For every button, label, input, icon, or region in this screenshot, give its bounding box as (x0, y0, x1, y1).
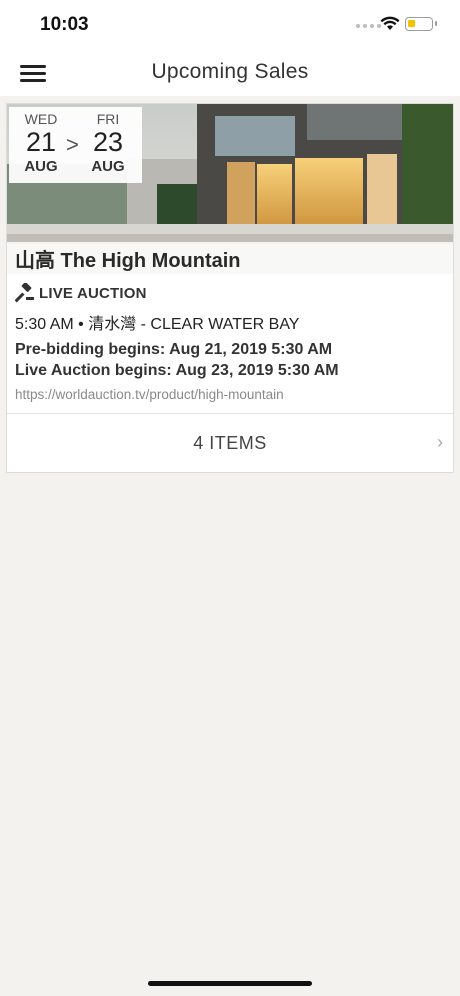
prebidding-begins: Pre-bidding begins: Aug 21, 2019 5:30 AM (15, 341, 333, 358)
sale-title-strip: 山高 The High Mountain (7, 242, 453, 274)
start-date: WED 21 AUG (12, 111, 70, 175)
sale-url-link[interactable]: https://worldauction.tv/product/high-mou… (15, 387, 445, 402)
start-weekday: WED (24, 111, 58, 127)
cellular-signal-icon (356, 24, 381, 28)
sale-details: LIVE AUCTION 5:30 AM • 清水灣 - CLEAR WATER… (15, 282, 445, 402)
sale-hero-image[interactable]: WED 21 AUG > FRI 23 AUG 山高 The High Moun… (7, 104, 453, 274)
end-date: FRI 23 AUG (79, 111, 137, 175)
items-button[interactable]: 4 ITEMS › (7, 413, 453, 473)
sale-title[interactable]: 山高 The High Mountain (15, 244, 241, 273)
chevron-right-icon: › (437, 432, 443, 452)
sale-card[interactable]: WED 21 AUG > FRI 23 AUG 山高 The High Moun… (6, 103, 454, 473)
auction-type: LIVE AUCTION (15, 282, 445, 304)
items-count-label: 4 ITEMS (193, 433, 267, 453)
auction-type-label: LIVE AUCTION (39, 284, 147, 302)
end-weekday: FRI (96, 111, 120, 127)
page-title: Upcoming Sales (151, 60, 309, 83)
sale-date-range: WED 21 AUG > FRI 23 AUG (9, 107, 142, 183)
wifi-icon (380, 16, 400, 30)
screen: 10:03 Upcoming Sales WED 21 AUG > FRI 23… (0, 0, 460, 996)
nav-bar: Upcoming Sales (0, 50, 460, 96)
start-day: 21 (25, 127, 57, 157)
status-time: 10:03 (40, 14, 89, 35)
gavel-icon (15, 283, 34, 303)
end-month: AUG (91, 158, 125, 175)
battery-icon (405, 17, 437, 31)
date-separator: > (66, 132, 79, 157)
status-bar: 10:03 (0, 0, 460, 50)
home-indicator[interactable] (148, 981, 312, 986)
end-day: 23 (92, 127, 124, 157)
live-auction-begins: Live Auction begins: Aug 23, 2019 5:30 A… (15, 362, 339, 379)
sale-time-location: 5:30 AM • 清水灣 - CLEAR WATER BAY (15, 316, 300, 333)
start-month: AUG (24, 158, 58, 175)
